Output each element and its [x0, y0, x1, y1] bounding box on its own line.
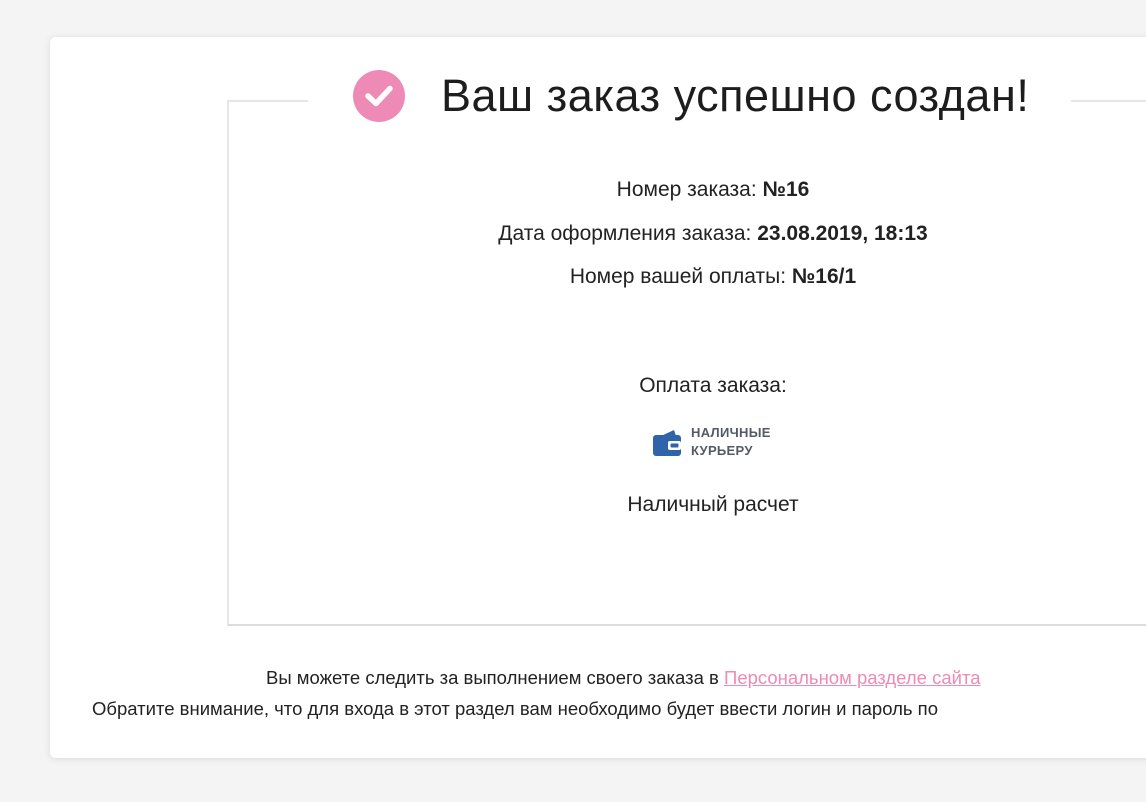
- order-date-value: 23.08.2019, 18:13: [757, 222, 928, 245]
- order-number-line: Номер заказа: №16: [333, 178, 1093, 202]
- payment-logo-line2: КУРЬЕРУ: [691, 443, 753, 458]
- order-date-label: Дата оформления заказа:: [498, 222, 752, 245]
- payment-number-label: Номер вашей оплаты:: [569, 265, 787, 288]
- check-circle-icon: [353, 70, 405, 122]
- checkmark-icon: [365, 85, 393, 107]
- personal-section-link[interactable]: Персональном разделе сайта: [724, 667, 981, 688]
- payment-method-logo: НАЛИЧНЫЕ КУРЬЕРУ: [652, 424, 771, 460]
- page-title: Ваш заказ успешно создан!: [441, 70, 1030, 121]
- tracking-text: Вы можете следить за выполнением своего …: [266, 667, 719, 688]
- payment-label: Оплата заказа:: [639, 374, 787, 397]
- tracking-notice: Вы можете следить за выполнением своего …: [0, 667, 1146, 689]
- payment-number-line: Номер вашей оплаты: №16/1: [333, 265, 1093, 289]
- login-notice: Обратите внимание, что для входа в этот …: [92, 698, 938, 719]
- order-number-value: №16: [762, 178, 810, 201]
- order-date-line: Дата оформления заказа: 23.08.2019, 18:1…: [333, 222, 1093, 246]
- wallet-icon: [653, 430, 681, 456]
- payment-method-name: Наличный расчет: [627, 493, 799, 516]
- payment-number-value: №16/1: [791, 265, 857, 288]
- order-number-label: Номер заказа:: [616, 178, 757, 201]
- payment-logo-line1: НАЛИЧНЫЕ: [691, 425, 771, 440]
- page-header: Ваш заказ успешно создан!: [308, 66, 1072, 126]
- payment-logo-text: НАЛИЧНЫЕ КУРЬЕРУ: [691, 424, 771, 460]
